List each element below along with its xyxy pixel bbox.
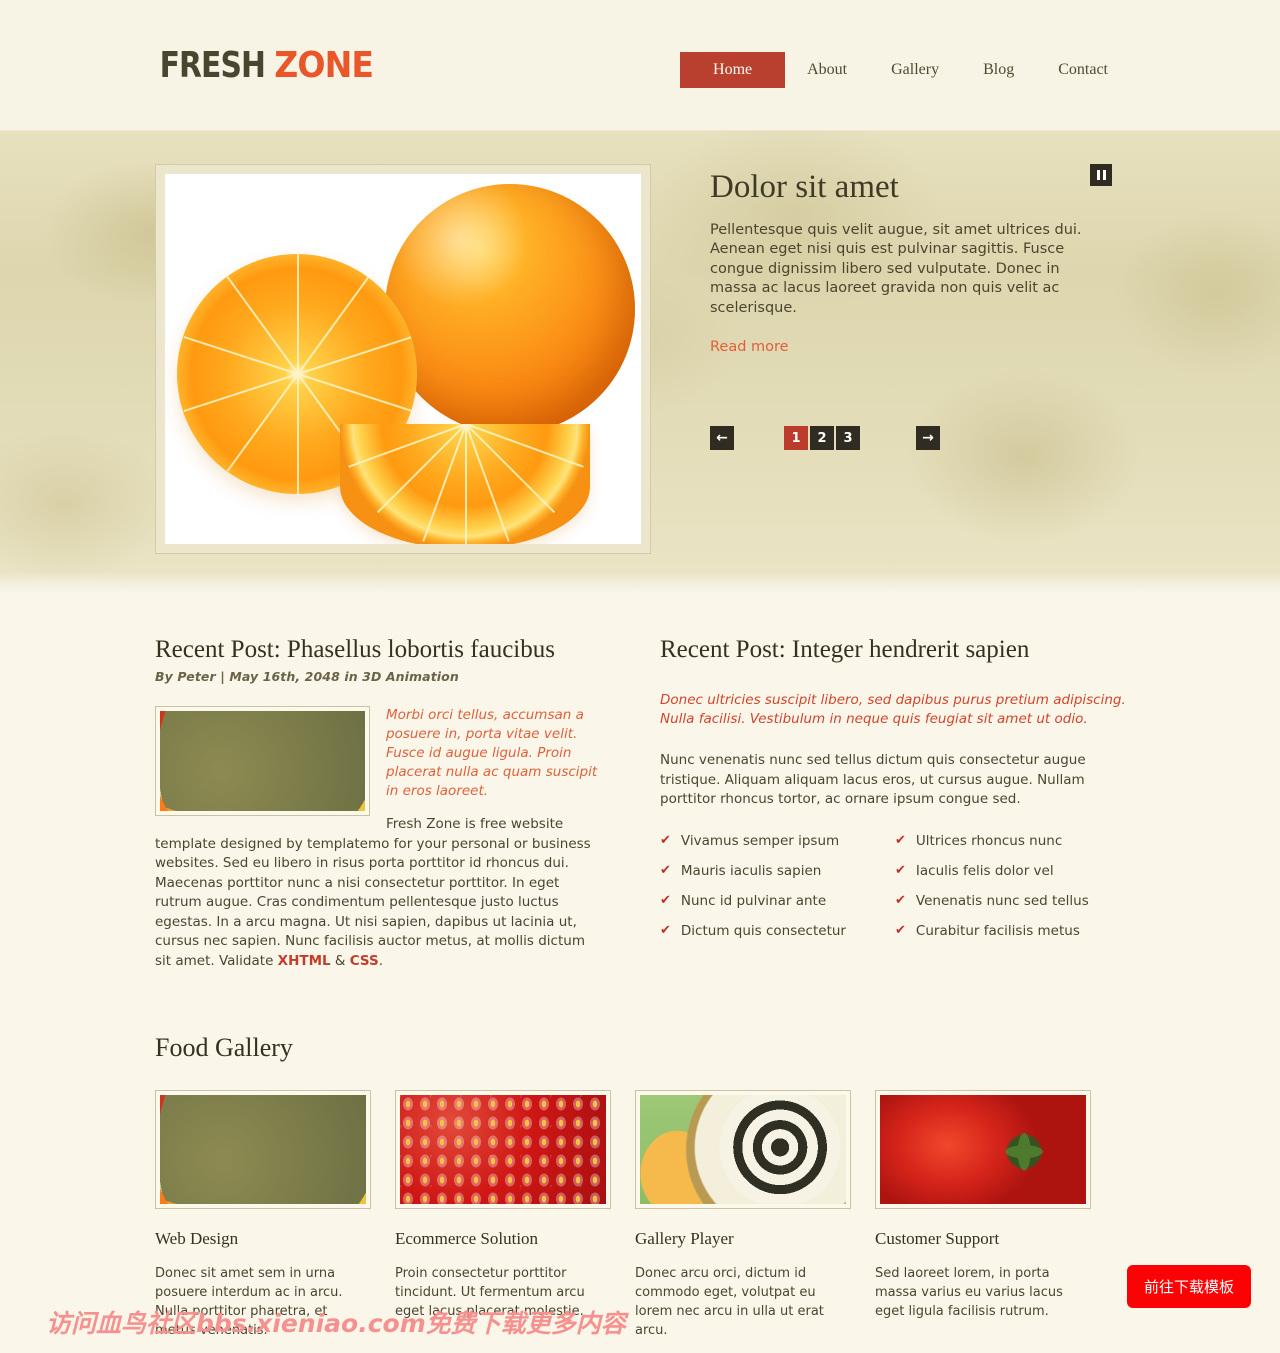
check-icon: ✔ [660, 862, 671, 878]
slider-prev-button[interactable]: ← [710, 426, 734, 450]
list-item[interactable]: ✔ Ultrices rhoncus nunc [895, 833, 1130, 849]
slide-description: Pellentesque quis velit augue, sit amet … [710, 221, 1082, 316]
gallery-card-title: Ecommerce Solution [395, 1229, 539, 1248]
main-navigation: Home About Gallery Blog Contact [680, 52, 1130, 89]
gallery-card-web-design: Web Design Donec sit amet sem in urna po… [155, 1090, 371, 1340]
left-post-meta: By Peter | May 16th, 2048 in 3D Animatio… [155, 669, 459, 684]
gallery-card-ecommerce: Ecommerce Solution Proin consectetur por… [395, 1090, 611, 1340]
check-icon: ✔ [660, 892, 671, 908]
whole-orange-shape [385, 184, 635, 434]
check-icon: ✔ [895, 832, 906, 848]
list-item-label: Curabitur facilisis metus [915, 923, 1080, 940]
tomatoes-image [880, 1095, 1086, 1204]
gallery-card-text: Sed laoreet lorem, in porta massa varius… [875, 1266, 1063, 1319]
coffee-cup-image [640, 1095, 846, 1204]
left-post-body: Fresh Zone is free website template desi… [155, 815, 605, 971]
gallery-card-player: Gallery Player Donec arcu orci, dictum i… [635, 1090, 851, 1340]
list-item-label: Nunc id pulvinar ante [680, 892, 827, 909]
header-inner: FRESH ZONE Home About Gallery Blog Contac… [150, 0, 1130, 130]
feature-checklist: ✔ Vivamus semper ipsum ✔ Mauris iaculis sa… [660, 833, 1130, 954]
gallery-image-frame[interactable] [155, 1090, 371, 1209]
nav-item-about[interactable]: About [785, 52, 869, 88]
gallery-card-title: Web Design [155, 1229, 239, 1248]
gallery-card-support: Customer Support Sed laoreet lorem, in p… [875, 1090, 1091, 1340]
left-body-text: Fresh Zone is free website template desi… [155, 816, 591, 969]
right-post-title: Recent Post: Integer hendrerit sapien [660, 636, 1030, 663]
slide-title: Dolor sit amet [710, 169, 899, 205]
right-column: Recent Post: Integer hendrerit sapien Do… [660, 635, 1130, 971]
site-watermark: 访问血鸟社区bbs.xieniao.com免费下载更多内容 [46, 1309, 626, 1338]
list-item[interactable]: ✔ Vivamus semper ipsum [660, 833, 895, 849]
orange-slice-shape [340, 424, 590, 544]
nav-item-blog[interactable]: Blog [961, 52, 1036, 88]
gallery-image-frame[interactable] [635, 1090, 851, 1209]
two-column-section: Recent Post: Phasellus lobortis faucibus… [150, 635, 1130, 971]
check-icon: ✔ [660, 923, 671, 939]
list-item-label: Vivamus semper ipsum [680, 832, 840, 849]
slider-page-3[interactable]: 3 [836, 426, 860, 450]
slider-inner: Dolor sit amet Pellentesque quis velit a… [150, 131, 1130, 597]
nav-item-home[interactable]: Home [680, 52, 786, 89]
gallery-grid: Web Design Donec sit amet sem in urna po… [155, 1090, 1130, 1340]
nav-item-contact[interactable]: Contact [1036, 52, 1130, 88]
main-content: Recent Post: Phasellus lobortis faucibus… [150, 597, 1130, 971]
chili-peppers-thumbnail [160, 711, 365, 811]
logo-text-primary: FRESH [159, 45, 266, 86]
right-post-body: Nunc venenatis nunc sed tellus dictum qu… [660, 752, 1086, 807]
gallery-image-frame[interactable] [875, 1090, 1091, 1209]
check-icon: ✔ [895, 923, 906, 939]
ampersand-text: & [330, 952, 350, 969]
logo-text-accent: ZONE [273, 45, 374, 86]
chili-peppers-image [160, 1095, 366, 1204]
hero-slider: Dolor sit amet Pellentesque quis velit a… [0, 131, 1280, 597]
gallery-image-frame[interactable] [395, 1090, 611, 1209]
checklist-column-right: ✔ Ultrices rhoncus nunc ✔ Iaculis felis do… [895, 833, 1130, 954]
xhtml-link[interactable]: XHTML [278, 953, 331, 969]
strawberry-image [400, 1095, 606, 1204]
list-item-label: Mauris iaculis sapien [680, 862, 822, 879]
gallery-card-title: Customer Support [875, 1229, 1000, 1248]
list-item-label: Ultrices rhoncus nunc [915, 832, 1063, 849]
gallery-card-title: Gallery Player [635, 1229, 734, 1248]
list-item[interactable]: ✔ Mauris iaculis sapien [660, 863, 895, 879]
list-item-label: Iaculis felis dolor vel [915, 862, 1054, 879]
gallery-card-text: Donec arcu orci, dictum id commodo eget,… [635, 1266, 824, 1338]
left-post-title: Recent Post: Phasellus lobortis faucibus [155, 636, 555, 663]
check-icon: ✔ [660, 832, 671, 848]
list-item[interactable]: ✔ Dictum quis consectetur [660, 923, 895, 939]
site-header: FRESH ZONE Home About Gallery Blog Contac… [0, 0, 1280, 131]
list-item[interactable]: ✔ Nunc id pulvinar ante [660, 893, 895, 909]
slide-text-block: Dolor sit amet Pellentesque quis velit a… [710, 169, 1110, 355]
slide-image-frame [155, 164, 651, 554]
css-link[interactable]: CSS [350, 953, 379, 969]
gallery-heading: Food Gallery [155, 1033, 293, 1062]
site-logo[interactable]: FRESH ZONE [155, 48, 377, 84]
slider-page-1[interactable]: 1 [784, 426, 808, 450]
checklist-column-left: ✔ Vivamus semper ipsum ✔ Mauris iaculis sa… [660, 833, 895, 954]
slider-pagination: ← 1 2 3 → [710, 426, 940, 450]
food-gallery-section: Food Gallery Web Design Donec sit amet s… [150, 971, 1130, 1340]
slider-page-2[interactable]: 2 [810, 426, 834, 450]
body-period: . [378, 952, 384, 969]
list-item-label: Venenatis nunc sed tellus [915, 892, 1089, 909]
check-icon: ✔ [895, 892, 906, 908]
nav-item-gallery[interactable]: Gallery [869, 52, 961, 88]
read-more-link[interactable]: Read more [710, 339, 789, 355]
right-post-intro: Donec ultricies suscipit libero, sed dap… [660, 692, 1126, 727]
list-item-label: Dictum quis consectetur [680, 923, 846, 940]
oranges-photo [165, 174, 641, 544]
list-item[interactable]: ✔ Venenatis nunc sed tellus [895, 893, 1130, 909]
list-item[interactable]: ✔ Curabitur facilisis metus [895, 923, 1130, 939]
download-template-button[interactable]: 前往下载模板 [1126, 1265, 1251, 1308]
slider-next-button[interactable]: → [916, 426, 940, 450]
left-post-thumbnail[interactable] [155, 706, 370, 816]
check-icon: ✔ [895, 862, 906, 878]
list-item[interactable]: ✔ Iaculis felis dolor vel [895, 863, 1130, 879]
left-column: Recent Post: Phasellus lobortis faucibus… [150, 635, 605, 971]
